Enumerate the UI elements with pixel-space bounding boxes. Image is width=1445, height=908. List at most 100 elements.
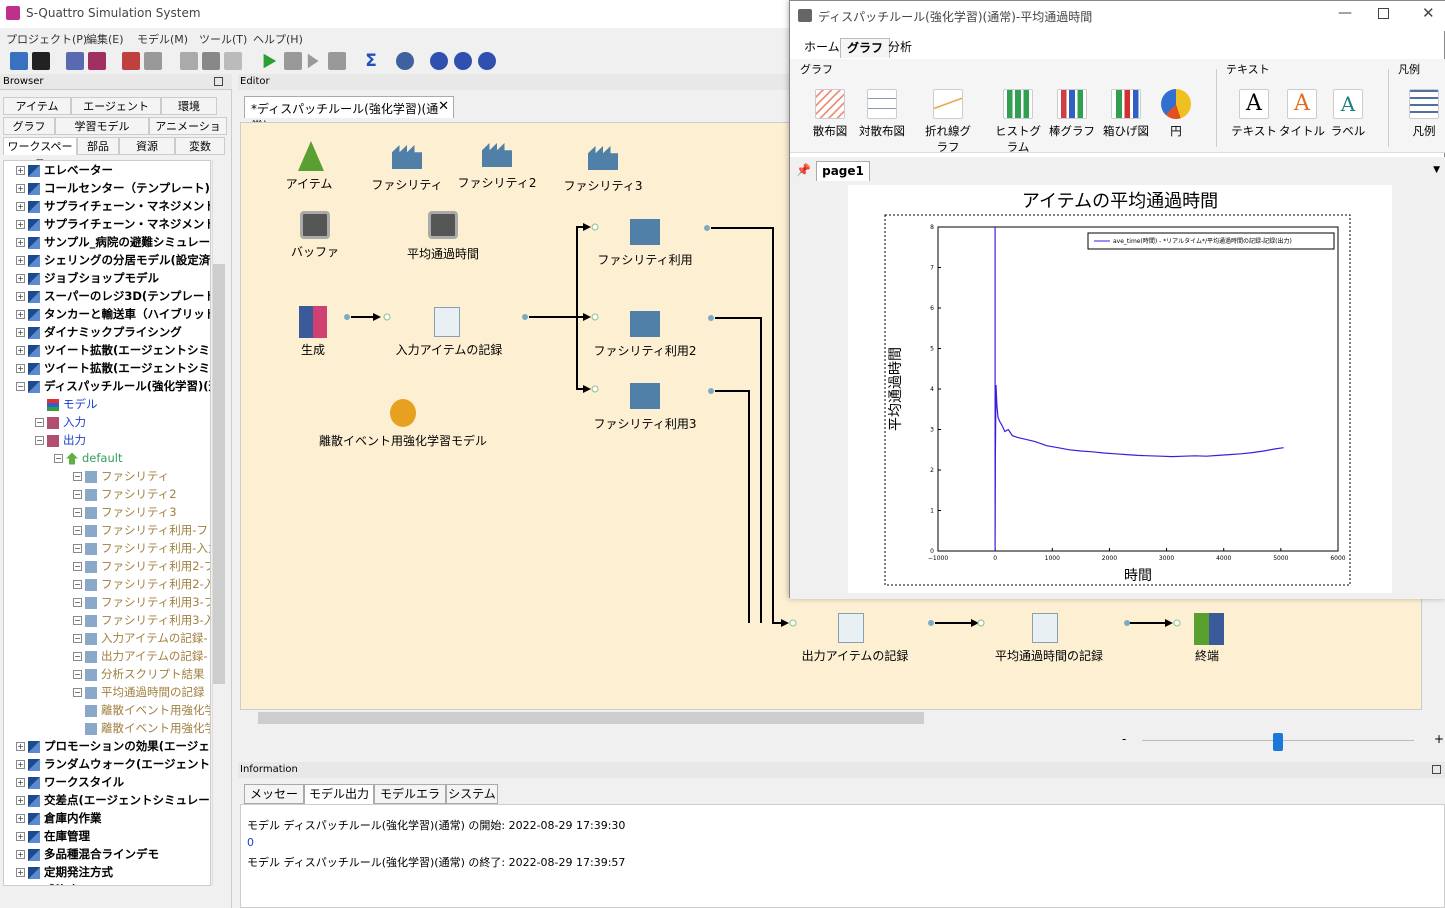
tree-expander-icon[interactable]: + bbox=[16, 166, 25, 175]
tree-item[interactable]: + コールセンター（テンプレート) bbox=[16, 179, 210, 197]
tree-expander-icon[interactable]: + bbox=[16, 796, 25, 805]
zoom-minus[interactable]: - bbox=[1122, 732, 1126, 746]
tree-expander-icon[interactable]: − bbox=[73, 562, 82, 571]
tree-item[interactable]: − 平均通過時間の記録 bbox=[73, 683, 205, 701]
cut-icon[interactable] bbox=[202, 52, 220, 70]
tree-expander-icon[interactable]: − bbox=[35, 418, 44, 427]
canvas-scroll-thumb[interactable] bbox=[258, 712, 924, 724]
menu-project[interactable]: プロジェクト(P) bbox=[6, 31, 87, 47]
avg-record-icon[interactable] bbox=[1032, 613, 1058, 643]
tool-b-icon[interactable] bbox=[454, 52, 472, 70]
tree-item[interactable]: + ダイナミックプライシング bbox=[16, 323, 182, 341]
tree-expander-icon[interactable]: − bbox=[35, 436, 44, 445]
tree-expander-icon[interactable]: + bbox=[16, 868, 25, 877]
tree-item[interactable]: + 倉庫内作業 bbox=[16, 809, 102, 827]
tree-expander-icon[interactable]: + bbox=[16, 310, 25, 319]
tree-item[interactable]: + サプライチェーン・マネジメント（SC bbox=[16, 197, 210, 215]
tree-item[interactable]: + ツイート拡散(エージェントシミュレー bbox=[16, 359, 210, 377]
tool-a-icon[interactable] bbox=[430, 52, 448, 70]
tree-item[interactable]: + プロモーションの効果(エージェント bbox=[16, 737, 210, 755]
tree-scroll-thumb[interactable] bbox=[213, 264, 225, 684]
tree-expander-icon[interactable]: − bbox=[73, 598, 82, 607]
tree-expander-icon[interactable]: + bbox=[16, 364, 25, 373]
btn-boxplot[interactable]: 箱ひげ図 bbox=[1102, 89, 1150, 139]
tree-item[interactable]: + 定期発注方式 bbox=[16, 863, 113, 881]
buffer-monitor-icon[interactable] bbox=[300, 211, 330, 239]
tree-expander-icon[interactable]: + bbox=[16, 202, 25, 211]
item-cone-icon[interactable] bbox=[298, 141, 324, 171]
page-menu-chevron-icon[interactable]: ▼ bbox=[1433, 165, 1440, 175]
tree-item[interactable]: + ランダムウォーク(エージェントシミュ bbox=[16, 755, 210, 773]
tree-item[interactable]: + タンカーと輸送車（ハイブリッドシ bbox=[16, 305, 210, 323]
tree-item[interactable]: − ディスパッチルール(強化学習)(通 bbox=[16, 377, 210, 395]
step-icon[interactable] bbox=[307, 53, 319, 69]
tree-item[interactable]: − ファシリティ利用-入力 bbox=[73, 539, 210, 557]
tree-expander-icon[interactable]: + bbox=[16, 742, 25, 751]
sigma-icon[interactable]: Σ bbox=[362, 52, 380, 70]
tree-item[interactable]: − 入力アイテムの記録- bbox=[73, 629, 208, 647]
tree-item[interactable]: − ファシリティ利用3-ファ bbox=[73, 593, 210, 611]
tree-item[interactable]: − ファシリティ利用-ファシ bbox=[73, 521, 210, 539]
tree-expander-icon[interactable]: + bbox=[16, 256, 25, 265]
tree-item[interactable]: − 入力 bbox=[35, 413, 86, 431]
tree-item[interactable]: +感染症_ソーシャルフォース bbox=[16, 881, 187, 885]
inspect-icon[interactable] bbox=[396, 52, 414, 70]
btn-pair-scatter[interactable]: 対散布図 bbox=[858, 89, 906, 139]
end-icon[interactable] bbox=[1194, 613, 1224, 645]
tab-workspace[interactable]: ワークスペース bbox=[3, 137, 77, 170]
browser-maximize-icon[interactable] bbox=[214, 77, 223, 86]
input-record-icon[interactable] bbox=[434, 307, 460, 337]
btn-line[interactable]: 折れ線グラフ bbox=[920, 89, 976, 155]
output-record-icon[interactable] bbox=[838, 613, 864, 643]
tree-expander-icon[interactable]: + bbox=[16, 184, 25, 193]
tree-item[interactable]: −離散イベント用強化学 bbox=[73, 719, 210, 737]
generate-icon[interactable] bbox=[299, 306, 327, 338]
editor-tab[interactable]: *ディスパッチルール(強化学習)(通常) ✕ bbox=[244, 96, 454, 133]
tree-item[interactable]: − ファシリティ利用2-ファ bbox=[73, 557, 210, 575]
new-project-icon[interactable] bbox=[10, 52, 28, 70]
close-icon[interactable]: ✕ bbox=[438, 99, 449, 114]
tree-expander-icon[interactable]: − bbox=[54, 454, 63, 463]
tree-item[interactable]: − ファシリティ利用3-入ア bbox=[73, 611, 210, 629]
menu-tool[interactable]: ツール(T) bbox=[199, 31, 247, 47]
facility-use3-icon[interactable] bbox=[630, 383, 660, 409]
rl-brain-icon[interactable] bbox=[390, 399, 416, 427]
tab-agent[interactable]: エージェント bbox=[71, 97, 161, 115]
undo-flag-icon[interactable] bbox=[66, 52, 84, 70]
tree-item[interactable]: + サプライチェーン・マネジメント（SC bbox=[16, 215, 210, 233]
tab-model-output[interactable]: モデル出力 bbox=[304, 784, 374, 804]
btn-title[interactable]: A タイトル bbox=[1278, 89, 1326, 139]
pause-icon[interactable] bbox=[284, 52, 302, 70]
tree-item[interactable]: − 出力アイテムの記録- bbox=[73, 647, 208, 665]
btn-legend[interactable]: 凡例 bbox=[1400, 89, 1445, 139]
tree-expander-icon[interactable]: − bbox=[73, 508, 82, 517]
tree-expander-icon[interactable]: + bbox=[16, 328, 25, 337]
tree-item[interactable]: −モデル bbox=[35, 395, 98, 413]
window-close-icon[interactable]: ✕ bbox=[1422, 4, 1435, 22]
tree-item[interactable]: − ファシリティ bbox=[73, 467, 169, 485]
menu-help[interactable]: ヘルプ(H) bbox=[253, 31, 303, 47]
copy-icon[interactable] bbox=[180, 52, 198, 70]
minimize-icon[interactable]: — bbox=[1338, 5, 1352, 21]
tab-learning-model[interactable]: 学習モデル bbox=[55, 117, 149, 135]
tree-expander-icon[interactable]: + bbox=[16, 346, 25, 355]
tree-expander-icon[interactable]: + bbox=[16, 832, 25, 841]
tree-item[interactable]: −離散イベント用強化学 bbox=[73, 701, 210, 719]
btn-scatter[interactable]: 散布図 bbox=[806, 89, 854, 139]
tree-expander-icon[interactable]: − bbox=[73, 580, 82, 589]
tree-expander-icon[interactable]: − bbox=[73, 688, 82, 697]
tree-expander-icon[interactable]: + bbox=[16, 292, 25, 301]
menu-edit[interactable]: 編集(E) bbox=[86, 31, 124, 47]
redo-flag-icon[interactable] bbox=[88, 52, 106, 70]
tree-expander-icon[interactable]: + bbox=[16, 850, 25, 859]
tab-environment[interactable]: 環境 bbox=[161, 97, 217, 115]
tab-parts[interactable]: 部品 bbox=[77, 137, 119, 155]
save-icon[interactable] bbox=[32, 52, 50, 70]
zoom-plus[interactable]: + bbox=[1434, 732, 1444, 746]
tree-item[interactable]: − ファシリティ3 bbox=[73, 503, 177, 521]
ribbon-tab-home[interactable]: ホーム bbox=[798, 38, 846, 58]
tree-expander-icon[interactable]: − bbox=[73, 652, 82, 661]
run-icon[interactable] bbox=[263, 53, 277, 69]
tree-expander-icon[interactable]: + bbox=[16, 778, 25, 787]
zoom-slider-handle[interactable] bbox=[1273, 733, 1283, 751]
